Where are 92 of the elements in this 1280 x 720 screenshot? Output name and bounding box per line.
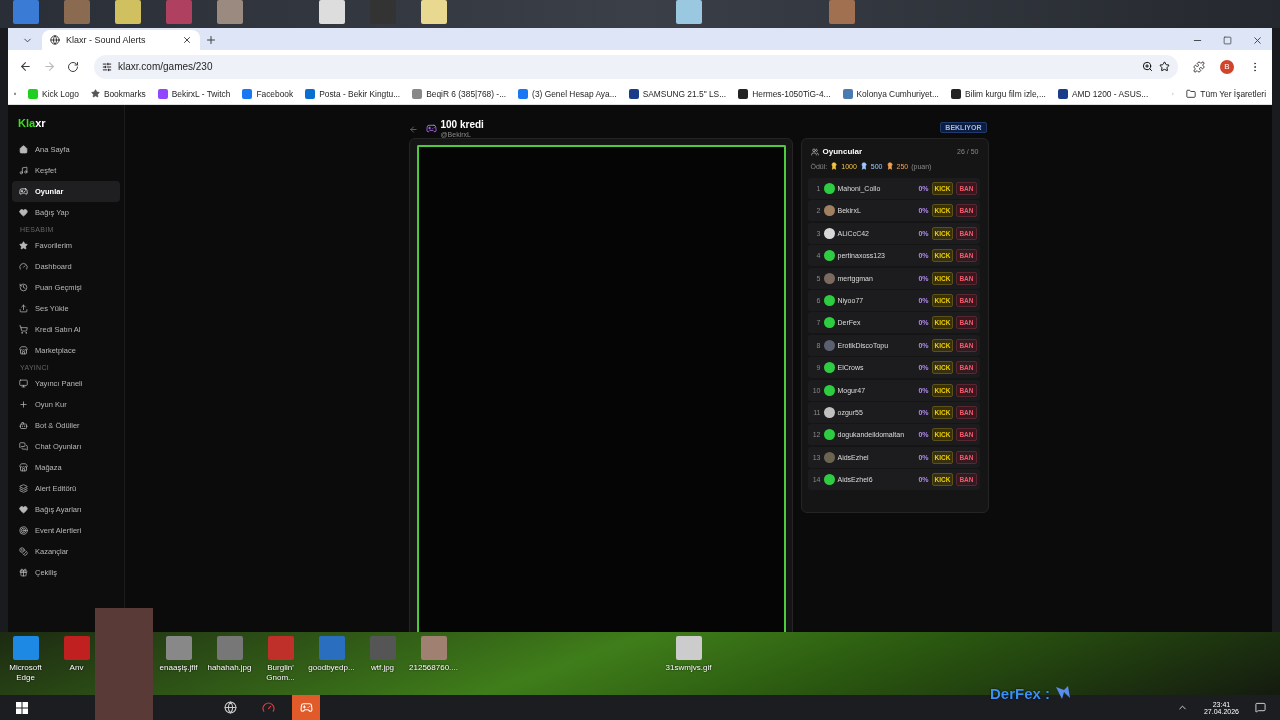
site-icon (842, 88, 853, 99)
heart-icon (19, 505, 28, 514)
desktop-icon[interactable] (114, 0, 141, 24)
windows-logo-icon[interactable] (16, 701, 28, 714)
site-icon (242, 88, 253, 99)
star-icon (19, 241, 28, 250)
bookmark-link[interactable]: Bilim kurgu film izle,... (950, 88, 1046, 99)
desktop-icon[interactable] (318, 0, 345, 24)
close-icon[interactable] (182, 35, 192, 45)
bookmark-link[interactable]: BekirxL - Twitch (157, 88, 231, 99)
notifications-icon[interactable] (1255, 702, 1266, 713)
globe-icon (50, 35, 60, 45)
coins-icon (19, 547, 28, 556)
bookmark-link[interactable]: AMD 1200 - ASUS... (1057, 88, 1149, 99)
desktop-icon-label[interactable]: Anv (69, 663, 84, 673)
music-note-icon (19, 166, 28, 175)
heart-icon (19, 208, 28, 217)
users-icon (810, 147, 819, 156)
site-icon (1057, 88, 1068, 99)
folder-icon (1186, 88, 1197, 99)
puzzle-icon[interactable] (1193, 60, 1205, 73)
gift-icon (19, 568, 28, 577)
gauge-icon (19, 262, 28, 271)
file-icon[interactable] (63, 636, 90, 660)
desktop-icon-label[interactable]: 212568760.... (409, 663, 458, 673)
site-icon (28, 88, 39, 99)
site-settings-icon[interactable] (102, 61, 112, 72)
file-icon[interactable] (216, 636, 243, 660)
monitor-icon (19, 379, 28, 388)
bookmark-link[interactable]: Posta - Bekir Kingtu... (305, 88, 401, 99)
star-icon (90, 89, 100, 98)
desktop-icon-label[interactable]: hahahah.jpg (207, 663, 252, 673)
store-icon (19, 463, 28, 472)
all-bookmarks-link[interactable]: Tüm Yer İşaretleri (1186, 88, 1266, 99)
overlay-text: DerFex : (990, 684, 1051, 702)
desktop-icon[interactable] (675, 0, 702, 24)
file-icon[interactable] (675, 636, 702, 660)
bookmark-link[interactable]: Kolonya Cumhuriyet... (842, 88, 939, 99)
plus-icon (19, 400, 28, 409)
maximize-icon[interactable] (1222, 35, 1232, 45)
desktop-icon[interactable] (420, 0, 447, 24)
desktop-icon-label[interactable]: 31swmjvs.gif (665, 663, 712, 673)
bookmark-link[interactable]: Bookmarks (90, 88, 146, 99)
profile-avatar[interactable]: B (1220, 59, 1234, 74)
zoom-icon[interactable] (1142, 61, 1153, 72)
address-bar[interactable]: klaxr.com/games/230 (94, 54, 1178, 79)
target-icon (19, 526, 28, 535)
robot-icon (19, 421, 28, 430)
reload-icon[interactable] (67, 60, 79, 73)
browser-tab[interactable]: Klaxr - Sound Alerts (42, 30, 200, 50)
desktop-icon-label[interactable]: Burglin' Gnom... (255, 663, 306, 683)
history-icon (19, 283, 28, 292)
desktop-icon-label[interactable]: enaaşiş.jfif (159, 663, 198, 673)
site-icon (738, 88, 749, 99)
site-icon (412, 88, 423, 99)
store-icon (19, 346, 28, 355)
logo[interactable]: Klaxr (12, 117, 120, 129)
close-icon[interactable] (1251, 34, 1263, 46)
desktop-icon[interactable] (216, 0, 243, 24)
bookmark-link[interactable]: Hermes-1050TiG-4... (738, 88, 831, 99)
cart-icon (19, 325, 28, 334)
new-tab-icon[interactable] (205, 34, 217, 46)
panel-title: Oyuncular (822, 147, 863, 156)
chat-icon (19, 442, 28, 451)
bookmark-star-icon[interactable] (1159, 61, 1170, 72)
desktop-icon-label[interactable]: goodbyedp... (308, 663, 355, 673)
desktop-icon-label[interactable]: Microsoft Edge (0, 663, 51, 683)
gauge-icon[interactable] (261, 701, 275, 714)
bookmark-link[interactable]: SAMSUNG 21.5" LS... (628, 88, 727, 99)
globe-icon[interactable] (223, 701, 237, 714)
gamepad-icon (19, 187, 28, 196)
bookmark-link[interactable]: BeqiR 6 (385|768) -... (412, 88, 507, 99)
site-icon (518, 88, 529, 99)
gamepad-icon (299, 701, 313, 714)
game-title: 100 kredi (440, 119, 484, 130)
back-arrow-icon[interactable] (408, 125, 418, 134)
gamepad-icon (425, 123, 437, 134)
site-icon (950, 88, 961, 99)
taskbar-app-button[interactable] (292, 695, 320, 720)
layers-icon (19, 484, 28, 493)
site-icon (305, 88, 316, 99)
bookmark-link[interactable]: (3) Genel Hesap Aya... (518, 88, 617, 99)
file-icon[interactable] (165, 636, 192, 660)
site-icon (157, 88, 168, 99)
site-icon (628, 88, 639, 99)
bookmark-link[interactable]: Kick Logo (28, 88, 79, 99)
back-icon[interactable] (18, 60, 32, 73)
upload-icon (19, 304, 28, 313)
home-icon (19, 145, 28, 154)
desktop-icon-label[interactable]: wtf.jpg (370, 663, 395, 673)
bookmark-link[interactable]: Facebook (242, 88, 294, 99)
file-icon[interactable] (12, 636, 39, 660)
